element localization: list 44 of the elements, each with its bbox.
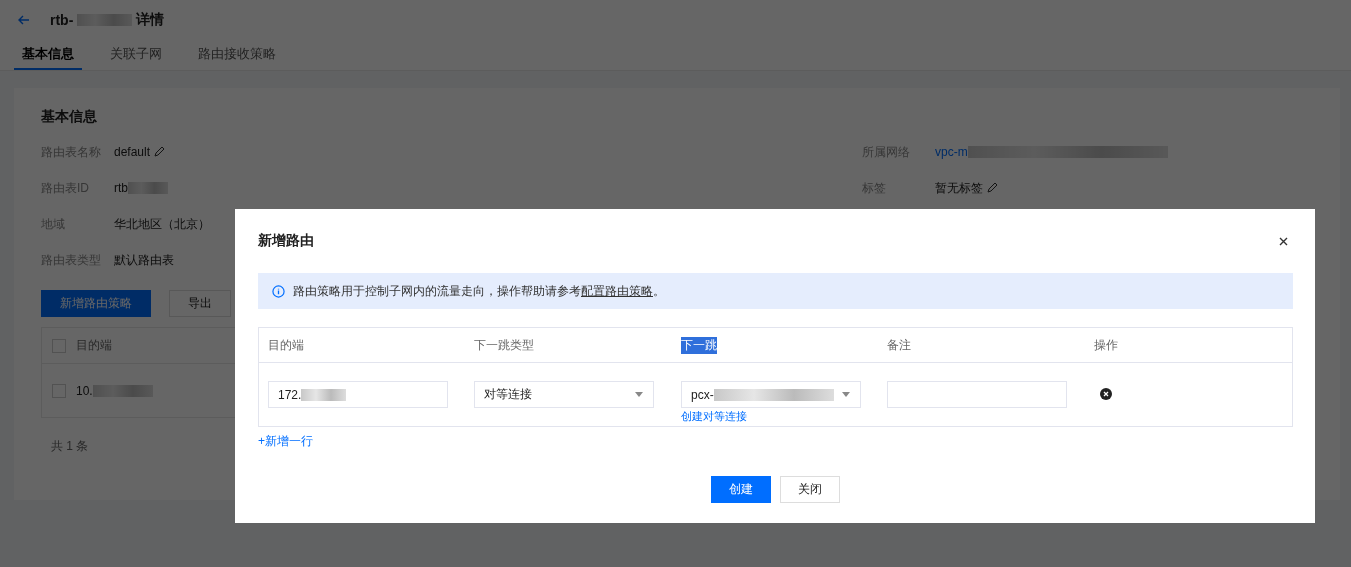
column-header: 下一跳 (681, 336, 717, 354)
next-hop-select[interactable]: pcx- (681, 381, 861, 408)
network-link[interactable]: vpc-m (935, 145, 968, 159)
notice-text: 路由策略用于控制子网内的流量走向，操作帮助请参考配置路由策略。 (293, 282, 665, 300)
field-value: rtb (114, 181, 128, 195)
destination-input[interactable]: 172. (268, 381, 448, 408)
page-title: rtb- (50, 12, 74, 28)
tab[interactable]: 基本信息 (14, 40, 82, 70)
field-value: 默认路由表 (114, 251, 174, 269)
column-header: 下一跳类型 (474, 336, 534, 354)
delete-icon[interactable] (1100, 388, 1112, 400)
edit-icon[interactable] (153, 146, 166, 158)
tab[interactable]: 路由接收策略 (190, 40, 284, 70)
redacted-mask (128, 182, 168, 194)
column-header: 备注 (887, 336, 911, 354)
column-header: 目的端 (268, 336, 304, 354)
caret-icon (635, 392, 643, 397)
create-button[interactable]: 创建 (711, 476, 771, 503)
export-button[interactable]: 导出 (169, 290, 231, 317)
total-count: 共 1 条 (51, 438, 89, 455)
section-title: 基本信息 (41, 108, 98, 126)
column-header: 目的端 (76, 337, 112, 354)
create-peering-link[interactable]: 创建对等连接 (681, 409, 887, 424)
close-icon[interactable] (1279, 236, 1288, 246)
redacted-mask (92, 384, 153, 397)
remark-input[interactable] (887, 381, 1067, 408)
back-arrow-icon[interactable] (18, 15, 30, 25)
add-route-button[interactable]: 新增路由策略 (41, 290, 151, 317)
field-value: default (114, 145, 151, 159)
tab[interactable]: 关联子网 (102, 40, 170, 70)
field-value: 暂无标签 (935, 179, 983, 197)
info-icon (272, 284, 285, 298)
page-title: 详情 (136, 11, 165, 29)
dialog-title: 新增路由 (258, 232, 314, 250)
close-button[interactable]: 关闭 (780, 476, 840, 503)
edit-icon[interactable] (986, 182, 998, 194)
field-value: 华北地区（北京） (114, 215, 210, 233)
table-cell: 10. (76, 383, 93, 398)
caret-icon (842, 392, 850, 397)
add-row-link[interactable]: +新增一行 (258, 433, 313, 450)
column-header: 操作 (1094, 336, 1118, 354)
help-link[interactable]: 配置路由策略 (581, 283, 653, 298)
redacted-mask (77, 14, 133, 26)
next-hop-type-select[interactable]: 对等连接 (474, 381, 654, 408)
